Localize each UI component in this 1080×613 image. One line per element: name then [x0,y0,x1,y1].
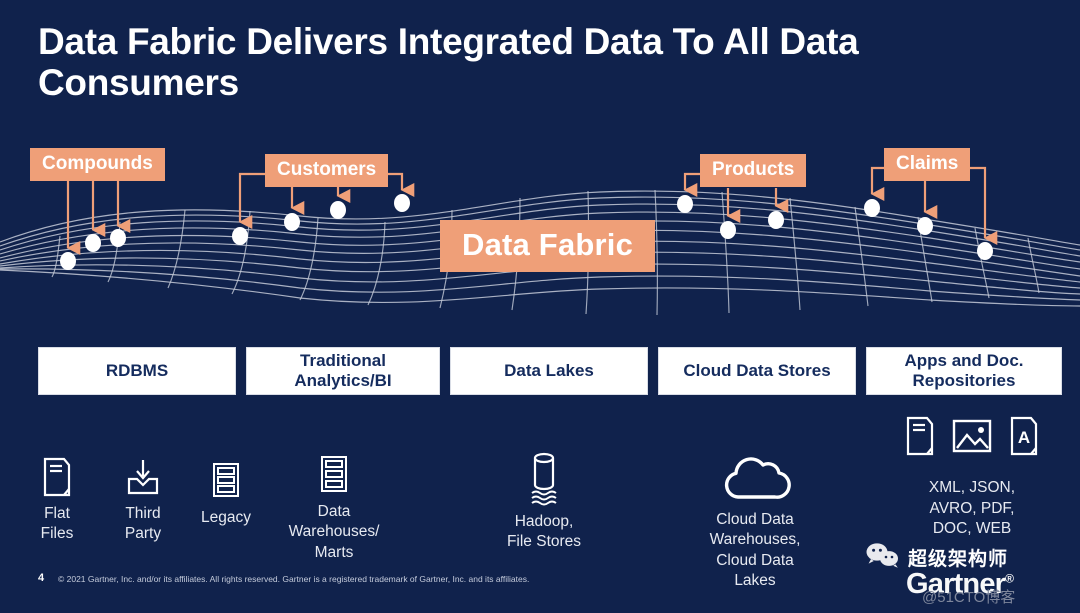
wechat-icon [866,542,900,573]
cloud-icon [689,432,821,499]
consumer-item-label: Flat Files [40,504,74,543]
consumer-box-apps-and-doc-repositories[interactable]: Apps and Doc. Repositories [866,347,1062,395]
consumer-item-flat-files[interactable]: Flat Files [17,416,97,565]
download-inbox-icon [103,436,183,495]
registered-mark: ® [1005,571,1014,586]
image-icon [951,416,993,461]
consumer-item-label: Third Party [124,504,162,543]
consumer-item-label: Legacy [201,508,251,526]
consumer-box-row: RDBMS Traditional Analytics/BI Data Lake… [0,347,1080,397]
slide-canvas: Data Fabric Delivers Integrated Data To … [0,0,1080,613]
page-number: 4 [38,572,45,584]
apps-doc-icon-group: A [878,416,1066,461]
page-title: Data Fabric Delivers Integrated Data To … [38,21,859,103]
wechat-account-name: 超级架构师 [908,549,1009,570]
document-icon [905,416,935,461]
database-waves-icon [478,430,610,506]
server-rack-icon [187,440,265,497]
data-fabric-visual: Compounds Customers Products Claims Data… [0,130,1080,320]
consumer-box-data-lakes[interactable]: Data Lakes [450,347,648,395]
consumer-item-label: Data Warehouses/ Marts [288,502,380,561]
consumer-item-label: Cloud Data Warehouses, Cloud Data Lakes [709,510,801,590]
consumer-box-traditional-analytics-bi[interactable]: Traditional Analytics/BI [246,347,440,395]
consumer-item-label: Hadoop, File Stores [506,512,582,551]
svg-text:A: A [1018,428,1030,447]
consumer-item-third-party[interactable]: Third Party [103,416,183,565]
consumer-item-legacy[interactable]: Legacy [187,420,265,549]
document-icon [17,436,97,497]
consumer-item-cloud-data-warehouses[interactable]: Cloud Data Warehouses, Cloud Data Lakes [689,412,821,612]
data-fabric-label: Data Fabric [440,220,656,272]
server-rack-icon [268,434,400,492]
consumer-item-hadoop-file-stores[interactable]: Hadoop, File Stores [478,410,610,573]
copyright-notice: © 2021 Gartner, Inc. and/or its affiliat… [58,574,530,584]
consumer-item-label: XML, JSON, AVRO, PDF, DOC, WEB [928,479,1016,538]
wechat-watermark: 超级架构师 [866,542,1008,573]
consumer-box-rdbms[interactable]: RDBMS [38,347,236,395]
site-watermark: @51CTO博客 [922,589,1016,606]
document-a-icon: A [1009,416,1039,461]
consumer-item-data-warehouses-marts[interactable]: Data Warehouses/ Marts [268,414,400,584]
consumer-box-cloud-data-stores[interactable]: Cloud Data Stores [658,347,856,395]
